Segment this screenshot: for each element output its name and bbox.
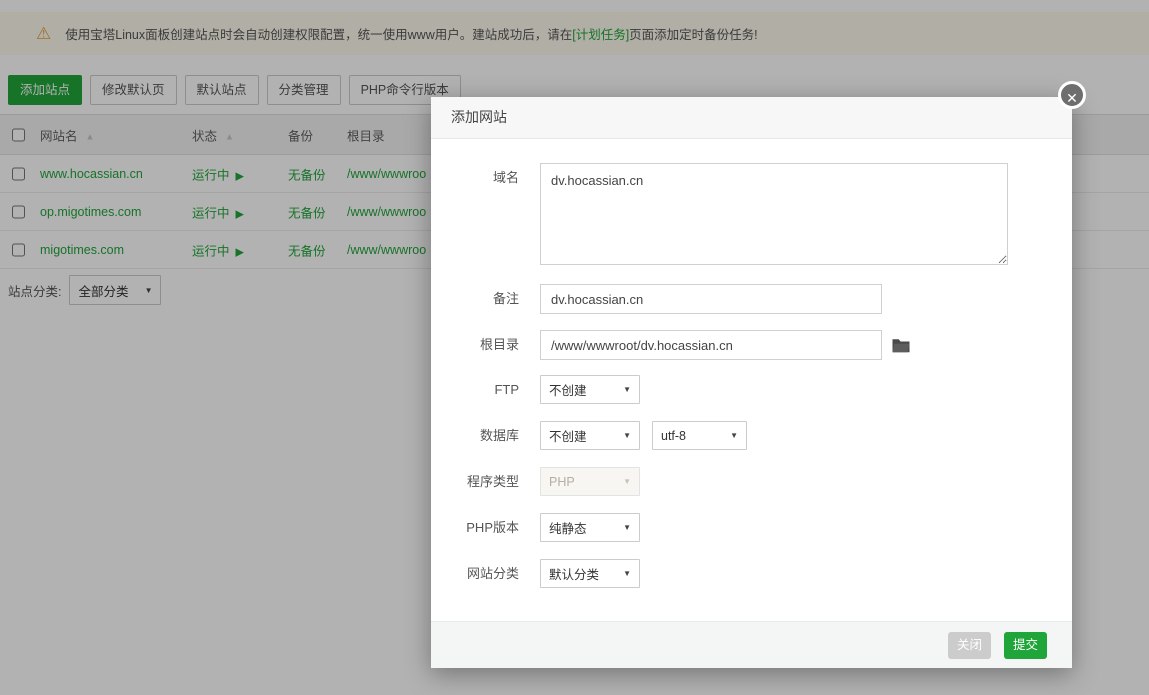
browse-folder-button[interactable] (892, 338, 910, 353)
remark-row: 备注 (431, 284, 1072, 314)
remark-input[interactable] (540, 284, 882, 314)
php-version-label: PHP版本 (431, 513, 519, 543)
database-select[interactable]: 不创建 ▼ (540, 421, 640, 450)
domain-textarea[interactable]: dv.hocassian.cn (540, 163, 1008, 265)
ftp-label: FTP (431, 375, 519, 405)
ftp-select[interactable]: 不创建 ▼ (540, 375, 640, 404)
domain-row: 域名 dv.hocassian.cn (431, 163, 1072, 265)
root-path-input[interactable] (540, 330, 882, 360)
ftp-value: 不创建 (549, 380, 587, 399)
database-value: 不创建 (549, 426, 587, 445)
database-label: 数据库 (431, 421, 519, 451)
charset-select[interactable]: utf-8 ▼ (652, 421, 747, 450)
root-path-label: 根目录 (431, 330, 519, 360)
chevron-down-icon: ▼ (623, 477, 631, 486)
database-row: 数据库 不创建 ▼ utf-8 ▼ (431, 421, 1072, 451)
domain-label: 域名 (431, 163, 519, 193)
modal-category-label: 网站分类 (431, 559, 519, 589)
modal-category-select[interactable]: 默认分类 ▼ (540, 559, 640, 588)
charset-value: utf-8 (661, 429, 686, 443)
php-version-value: 纯静态 (549, 518, 587, 537)
app-type-row: 程序类型 PHP ▼ (431, 467, 1072, 497)
ftp-row: FTP 不创建 ▼ (431, 375, 1072, 405)
folder-icon (892, 338, 910, 353)
app-type-select: PHP ▼ (540, 467, 640, 496)
chevron-down-icon: ▼ (623, 431, 631, 440)
site-category-row: 网站分类 默认分类 ▼ (431, 559, 1072, 589)
chevron-down-icon: ▼ (623, 523, 631, 532)
modal-title: 添加网站 (431, 97, 1072, 139)
chevron-down-icon: ▼ (623, 385, 631, 394)
remark-label: 备注 (431, 284, 519, 314)
php-version-row: PHP版本 纯静态 ▼ (431, 513, 1072, 543)
add-site-form: 域名 dv.hocassian.cn 备注 根目录 FTP 不创建 ▼ (431, 139, 1072, 621)
modal-footer: 关闭 提交 (431, 621, 1072, 668)
add-site-modal: ✕ 添加网站 域名 dv.hocassian.cn 备注 根目录 FTP 不创建 (431, 97, 1072, 668)
root-path-row: 根目录 (431, 330, 1072, 360)
modal-category-value: 默认分类 (549, 564, 599, 583)
close-button[interactable]: 关闭 (948, 632, 991, 659)
chevron-down-icon: ▼ (623, 569, 631, 578)
app-type-label: 程序类型 (431, 467, 519, 497)
php-version-select[interactable]: 纯静态 ▼ (540, 513, 640, 542)
submit-button[interactable]: 提交 (1004, 632, 1047, 659)
app-type-value: PHP (549, 475, 575, 489)
close-icon[interactable]: ✕ (1058, 81, 1086, 109)
chevron-down-icon: ▼ (730, 431, 738, 440)
